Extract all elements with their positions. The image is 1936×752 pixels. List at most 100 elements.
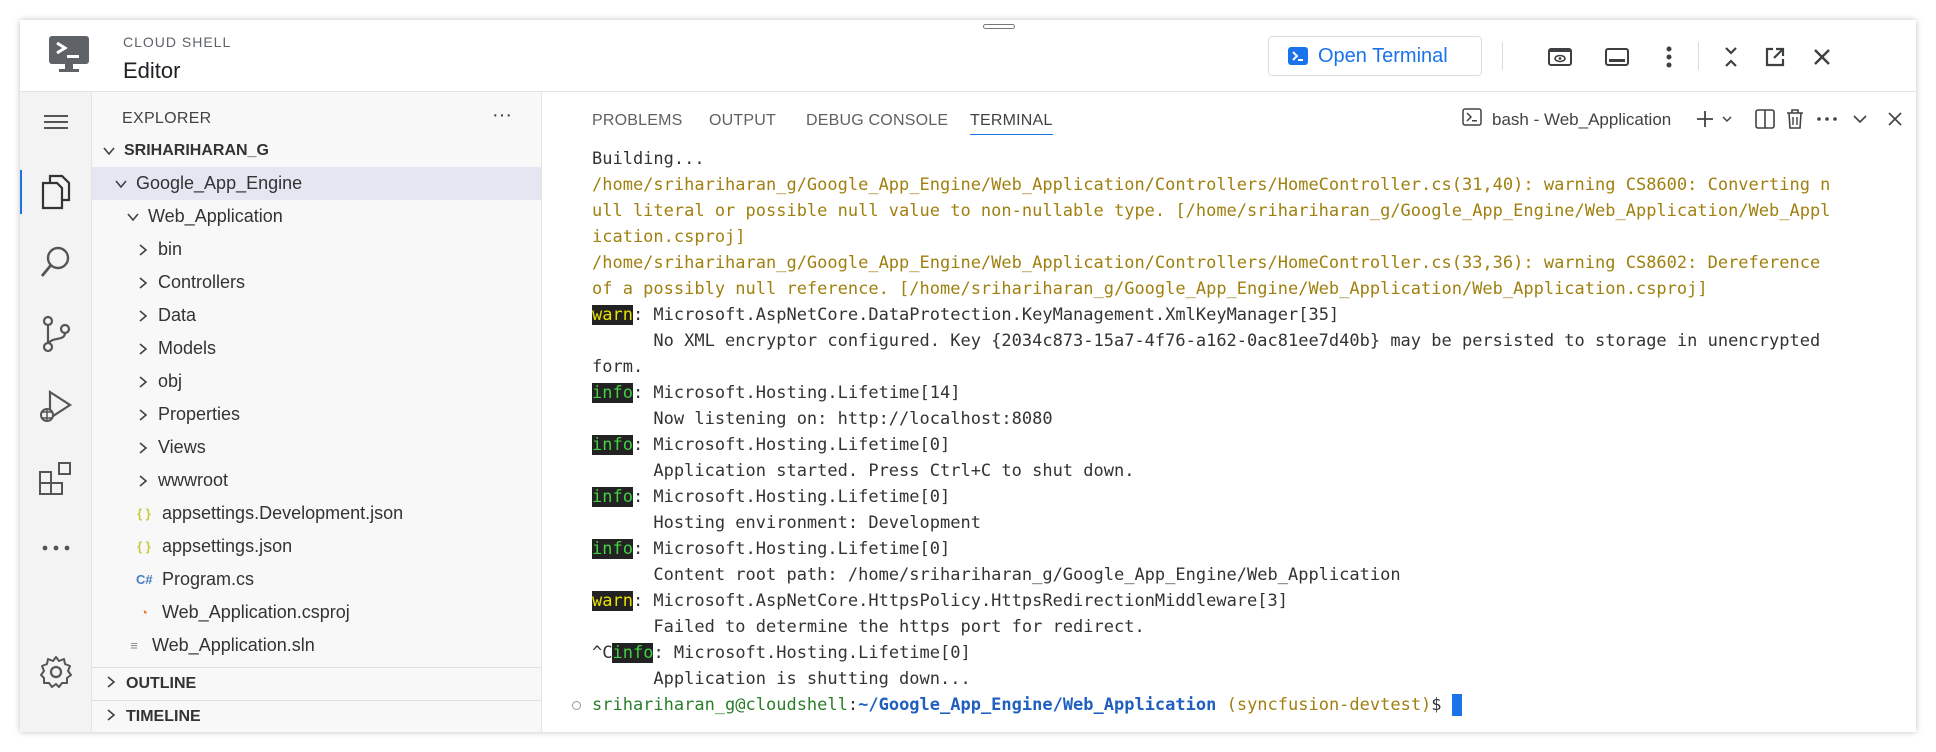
more-views-icon[interactable] <box>20 518 92 578</box>
tree-item-label: Web_Application.csproj <box>162 602 350 622</box>
tree-folder[interactable]: Models <box>92 332 541 365</box>
trash-icon[interactable] <box>1782 106 1808 132</box>
tree-folder[interactable]: wwwroot <box>92 464 541 497</box>
outline-section[interactable]: OUTLINE <box>92 667 541 700</box>
log-level-badge: info <box>592 539 633 559</box>
tree-item-label: Controllers <box>158 272 246 292</box>
chevron-right-icon <box>136 309 158 323</box>
log-message: : Microsoft.Hosting.Lifetime[0] <box>653 643 971 663</box>
prompt-symbol: $ <box>1431 695 1452 715</box>
terminal-line: info: Microsoft.Hosting.Lifetime[14] <box>592 380 960 406</box>
timeline-section[interactable]: TIMELINE <box>92 700 541 732</box>
tree-folder[interactable]: Google_App_Engine <box>92 167 541 200</box>
toggle-panel-icon[interactable] <box>1602 42 1632 72</box>
terminal-line: Application is shutting down... <box>592 669 971 689</box>
terminal-output[interactable]: Building... /home/srihariharan_g/Google_A… <box>542 146 1916 732</box>
terminal-name: bash - Web_Application <box>1492 109 1672 129</box>
log-level-badge: info <box>612 643 654 663</box>
header-subtitle: CLOUD SHELL <box>123 34 232 50</box>
terminal-line: /home/srihariharan_g/Google_App_Engine/W… <box>592 175 1831 195</box>
tree-item-label: appsettings.Development.json <box>162 503 404 523</box>
terminal-line: ull literal or possible null value to no… <box>592 201 1831 221</box>
maximize-panel-chevron-icon[interactable] <box>1847 106 1873 132</box>
chevron-down-icon[interactable] <box>1714 106 1740 132</box>
chevron-right-icon <box>136 243 158 257</box>
header-title: Editor <box>123 58 181 83</box>
rss-file-icon: ◔ <box>140 605 148 620</box>
explorer-more-icon[interactable]: ··· <box>492 104 512 127</box>
close-icon[interactable] <box>1807 42 1837 72</box>
tree-folder[interactable]: SRIHARIHARAN_G <box>92 134 541 167</box>
chevron-right-icon <box>104 708 126 727</box>
tree-item-label: Web_Application.sln <box>152 635 315 655</box>
explorer-files-icon[interactable] <box>20 162 92 222</box>
tree-file[interactable]: ≡ Web_Application.sln <box>92 629 541 662</box>
terminal-line: /home/srihariharan_g/Google_App_Engine/W… <box>592 253 1821 273</box>
web-preview-icon[interactable] <box>1545 42 1575 72</box>
tab-debug-console[interactable]: DEBUG CONSOLE <box>806 112 948 130</box>
tab-problems[interactable]: PROBLEMS <box>592 112 683 130</box>
open-in-new-window-icon[interactable] <box>1760 42 1790 72</box>
tab-output[interactable]: OUTPUT <box>709 112 776 130</box>
prompt-branch: (syncfusion-devtest) <box>1216 695 1432 715</box>
chevron-right-icon <box>136 276 158 290</box>
tree-file[interactable]: ◔ Web_Application.csproj <box>92 596 541 629</box>
log-level-badge: info <box>592 383 633 403</box>
tree-item-label: bin <box>158 239 183 259</box>
tree-folder[interactable]: Views <box>92 431 541 464</box>
chevron-right-icon <box>136 474 158 488</box>
chevron-right-icon <box>136 441 158 455</box>
tree-item-label: Views <box>158 437 206 457</box>
terminal-selector[interactable]: bash - Web_Application <box>1462 108 1671 131</box>
open-terminal-button[interactable]: Open Terminal <box>1268 36 1482 76</box>
tab-terminal[interactable]: TERMINAL <box>970 112 1053 135</box>
cloud-shell-logo-icon <box>47 34 91 74</box>
menu-icon[interactable] <box>20 92 92 152</box>
tree-folder[interactable]: Properties <box>92 398 541 431</box>
minimize-icon[interactable] <box>1716 42 1746 72</box>
tree-item-label: Data <box>158 305 197 325</box>
log-level-badge: warn <box>592 591 633 611</box>
header: CLOUD SHELL Editor Open Terminal <box>20 20 1916 92</box>
header-divider <box>1698 42 1699 70</box>
log-level-badge: warn <box>592 305 633 325</box>
terminal-line: info: Microsoft.Hosting.Lifetime[0] <box>592 432 950 458</box>
settings-gear-icon[interactable] <box>20 642 92 702</box>
extensions-icon[interactable] <box>20 448 92 508</box>
log-level-badge: info <box>592 487 633 507</box>
command-decoration-icon[interactable] <box>572 701 581 710</box>
tree-file[interactable]: C# Program.cs <box>92 563 541 596</box>
timeline-label: TIMELINE <box>126 708 201 725</box>
terminal-line: info: Microsoft.Hosting.Lifetime[0] <box>592 536 950 562</box>
panel-tabs: PROBLEMS OUTPUT DEBUG CONSOLE TERMINAL b… <box>542 92 1916 146</box>
prompt-path: ~/Google_App_Engine/Web_Application <box>858 695 1217 715</box>
panel-more-icon[interactable] <box>1814 106 1840 132</box>
tree-folder[interactable]: obj <box>92 365 541 398</box>
terminal-cursor <box>1451 694 1462 716</box>
chevron-right-icon <box>136 342 158 356</box>
ctrl-c-marker: ^C <box>592 643 613 663</box>
json-file-icon: { } <box>137 539 151 554</box>
tree-item-label: Web_Application <box>148 206 283 226</box>
terminal-line: warn: Microsoft.AspNetCore.DataProtectio… <box>592 302 1339 328</box>
tree-folder[interactable]: Data <box>92 299 541 332</box>
tree-folder[interactable]: bin <box>92 233 541 266</box>
tree-folder[interactable]: Controllers <box>92 266 541 299</box>
source-control-icon[interactable] <box>20 304 92 364</box>
split-terminal-icon[interactable] <box>1752 106 1778 132</box>
chevron-right-icon <box>104 675 126 694</box>
search-icon[interactable] <box>20 232 92 292</box>
run-debug-icon[interactable] <box>20 376 92 436</box>
prompt-user: srihariharan_g@cloudshell <box>592 695 848 715</box>
more-vert-icon[interactable] <box>1654 42 1684 72</box>
terminal-line: warn: Microsoft.AspNetCore.HttpsPolicy.H… <box>592 588 1288 614</box>
close-panel-icon[interactable] <box>1882 106 1908 132</box>
cloud-shell-window: CLOUD SHELL Editor Open Terminal EXPLORE… <box>20 20 1916 732</box>
tree-folder[interactable]: Web_Application <box>92 200 541 233</box>
bottom-panel: PROBLEMS OUTPUT DEBUG CONSOLE TERMINAL b… <box>542 92 1916 732</box>
tree-file[interactable]: { } appsettings.Development.json <box>92 497 541 530</box>
tree-file[interactable]: { } appsettings.json <box>92 530 541 563</box>
shell-prompt[interactable]: srihariharan_g@cloudshell:~/Google_App_E… <box>592 692 1462 718</box>
log-message: : Microsoft.Hosting.Lifetime[0] <box>632 435 951 455</box>
tree-item-label: appsettings.json <box>162 536 293 556</box>
